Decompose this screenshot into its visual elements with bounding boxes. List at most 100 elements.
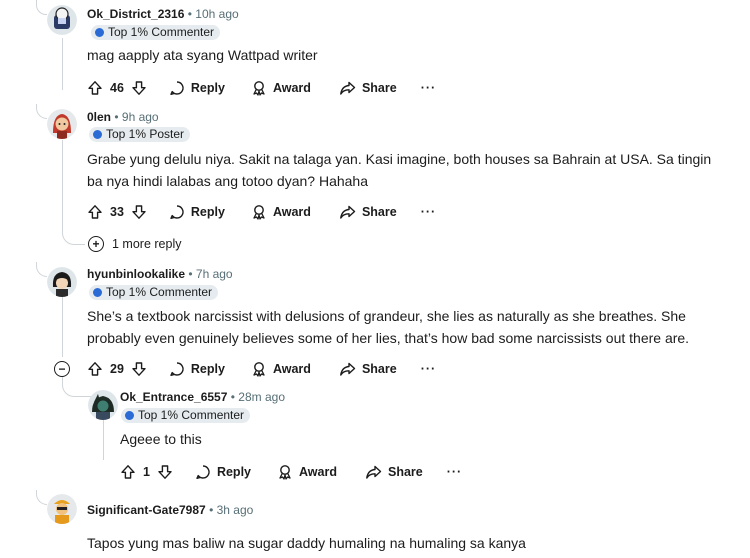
comment-meta: hyunbinlookalike • 7h ago <box>87 267 233 281</box>
thread-connector <box>36 490 47 505</box>
vote-count: 1 <box>143 465 150 479</box>
thread-connector <box>36 262 47 277</box>
collapse-icon: − <box>54 361 70 377</box>
thread-line <box>103 420 104 460</box>
timestamp[interactable]: 9h ago <box>122 110 159 124</box>
share-button[interactable]: Share <box>365 464 423 480</box>
reply-label: Reply <box>190 362 225 376</box>
downvote-icon <box>132 362 146 376</box>
downvote-icon <box>158 465 172 479</box>
award-label: Award <box>272 205 311 219</box>
upvote-button[interactable] <box>87 361 103 377</box>
vote-count: 29 <box>110 362 124 376</box>
timestamp[interactable]: 28m ago <box>238 390 285 404</box>
more-options-button[interactable]: ··· <box>447 465 463 479</box>
upvote-button[interactable] <box>120 464 136 480</box>
avatar[interactable] <box>47 267 77 297</box>
share-button[interactable]: Share <box>339 204 397 220</box>
more-options-button[interactable]: ··· <box>421 362 437 376</box>
reply-button[interactable]: Reply <box>169 204 225 220</box>
downvote-button[interactable] <box>131 204 147 220</box>
award-button[interactable]: Award <box>251 80 311 96</box>
more-options-button[interactable]: ··· <box>421 205 437 219</box>
separator: • <box>114 110 119 124</box>
badge-label: Top 1% Poster <box>106 127 185 141</box>
share-label: Share <box>387 465 423 479</box>
comment-actions: 29 Reply Award Share ··· <box>87 359 436 379</box>
award-label: Award <box>272 81 311 95</box>
collapse-thread-button[interactable]: − <box>54 361 70 377</box>
thread-connector <box>62 218 85 245</box>
user-flair-badge: Top 1% Commenter <box>121 408 251 423</box>
user-flair-badge: Top 1% Poster <box>89 127 191 142</box>
award-icon <box>279 465 291 480</box>
award-label: Award <box>299 465 337 479</box>
username[interactable]: Ok_District_2316 <box>87 7 184 21</box>
timestamp[interactable]: 10h ago <box>195 7 238 21</box>
reply-button[interactable]: Reply <box>195 464 251 480</box>
award-icon <box>253 81 265 96</box>
comment-line: Grabe yung delulu niya. Sakit na talaga … <box>87 151 712 167</box>
comment-meta: Ok_Entrance_6557 • 28m ago <box>120 390 285 404</box>
comment-body: Tapos yung mas baliw na sugar daddy huma… <box>87 535 526 551</box>
award-button[interactable]: Award <box>277 464 337 480</box>
badge-label: Top 1% Commenter <box>138 408 245 422</box>
downvote-icon <box>132 205 146 219</box>
reply-bubble-icon <box>196 465 210 479</box>
separator: • <box>209 503 214 517</box>
award-label: Award <box>272 362 311 376</box>
reply-button[interactable]: Reply <box>169 361 225 377</box>
downvote-button[interactable] <box>157 464 173 480</box>
comment-actions: 46 Reply Award Share ··· <box>87 78 436 98</box>
username[interactable]: hyunbinlookalike <box>87 267 185 281</box>
share-icon <box>366 465 382 479</box>
username[interactable]: 0len <box>87 110 111 124</box>
upvote-button[interactable] <box>87 204 103 220</box>
badge-label: Top 1% Commenter <box>106 285 213 299</box>
vote-count: 46 <box>110 81 124 95</box>
share-icon <box>340 205 356 219</box>
username[interactable]: Significant-Gate7987 <box>87 503 206 517</box>
separator: • <box>187 7 192 21</box>
award-button[interactable]: Award <box>251 361 311 377</box>
comment-body: Ageee to this <box>120 431 202 447</box>
upvote-button[interactable] <box>87 80 103 96</box>
vote-count: 33 <box>110 205 124 219</box>
badge-icon <box>93 288 102 297</box>
share-label: Share <box>361 81 397 95</box>
comment-meta: Ok_District_2316 • 10h ago <box>87 7 239 21</box>
avatar[interactable] <box>47 494 77 524</box>
downvote-button[interactable] <box>131 80 147 96</box>
more-options-button[interactable]: ··· <box>421 81 437 95</box>
avatar[interactable] <box>88 390 118 420</box>
thread-connector <box>36 104 47 119</box>
plus-circle-icon: + <box>88 236 104 252</box>
share-icon <box>340 81 356 95</box>
award-icon <box>253 362 265 377</box>
comment-body: mag aapply ata syang Wattpad writer <box>87 47 318 63</box>
separator: • <box>188 267 193 281</box>
timestamp[interactable]: 7h ago <box>196 267 233 281</box>
award-button[interactable]: Award <box>251 204 311 220</box>
comment-line: probably even genuinely believes some of… <box>87 330 690 346</box>
share-button[interactable]: Share <box>339 80 397 96</box>
comment-line: She’s a textbook narcissist with delusio… <box>87 308 686 324</box>
comment-body: Grabe yung delulu niya. Sakit na talaga … <box>87 148 711 192</box>
comment-meta: Significant-Gate7987 • 3h ago <box>87 503 253 517</box>
upvote-icon <box>88 362 102 376</box>
avatar[interactable] <box>47 109 77 139</box>
user-flair-badge: Top 1% Commenter <box>91 25 221 40</box>
more-replies-button[interactable]: + 1 more reply <box>88 236 181 252</box>
comment-line: ba nya hindi lalabas ang totoo dyan? Hah… <box>87 173 368 189</box>
user-flair-badge: Top 1% Commenter <box>89 285 219 300</box>
share-button[interactable]: Share <box>339 361 397 377</box>
award-icon <box>253 205 265 220</box>
share-label: Share <box>361 205 397 219</box>
badge-icon <box>125 411 134 420</box>
avatar[interactable] <box>47 5 77 35</box>
timestamp[interactable]: 3h ago <box>217 503 254 517</box>
upvote-icon <box>88 205 102 219</box>
username[interactable]: Ok_Entrance_6557 <box>120 390 227 404</box>
reply-button[interactable]: Reply <box>169 80 225 96</box>
downvote-button[interactable] <box>131 361 147 377</box>
